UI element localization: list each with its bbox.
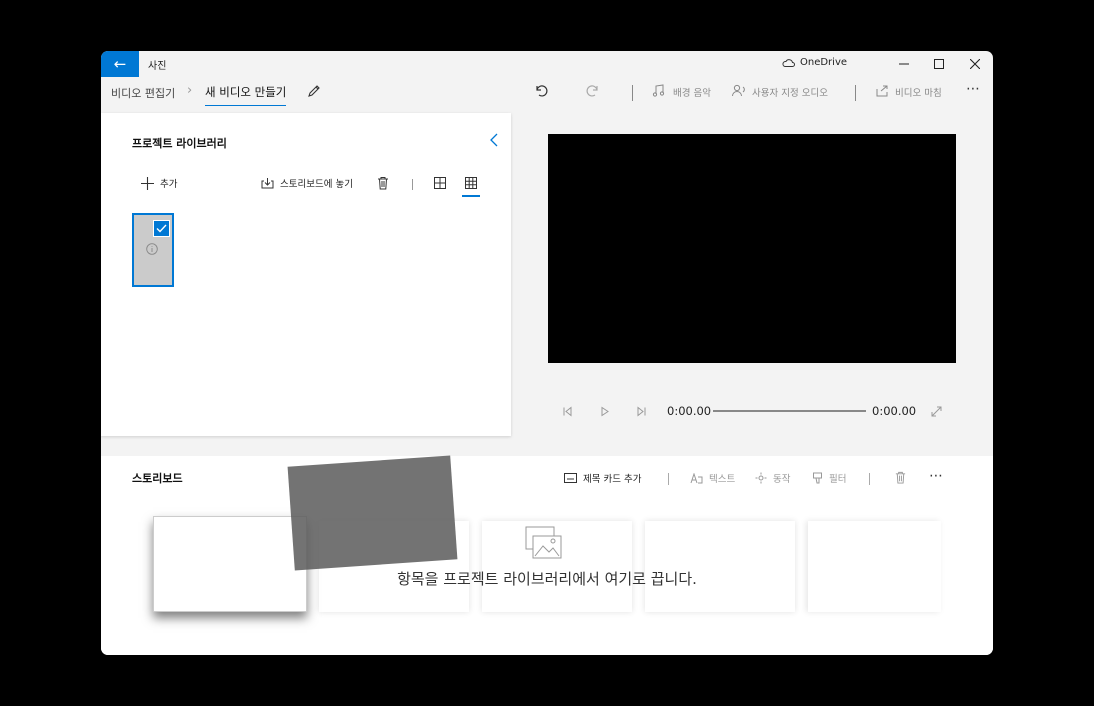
project-library-title: 프로젝트 라이브러리 <box>132 137 227 150</box>
trash-icon[interactable] <box>376 176 390 190</box>
close-button[interactable] <box>958 51 992 77</box>
total-time: 0:00.00 <box>872 404 917 418</box>
music-note-icon <box>652 84 665 97</box>
text-button[interactable]: 텍스트 <box>690 471 735 485</box>
undo-icon[interactable] <box>533 83 549 99</box>
motion-button[interactable]: 동작 <box>755 471 790 485</box>
storyboard-title: 스토리보드 <box>132 472 183 485</box>
storyboard-drop-message: 항목을 프로젝트 라이브러리에서 여기로 끕니다. <box>397 570 697 588</box>
custom-audio-button[interactable]: 사용자 지정 오디오 <box>752 85 828 99</box>
more-icon[interactable]: ⋯ <box>929 468 944 484</box>
close-icon <box>970 59 980 69</box>
seek-bar[interactable] <box>713 410 866 412</box>
title-card-icon <box>564 473 577 483</box>
video-preview[interactable] <box>548 134 956 363</box>
storyboard-panel: 스토리보드 제목 카드 추가 텍스트 동작 필터 ⋯ 항목을 프로젝트 라이브러… <box>101 455 993 655</box>
toolbar-divider <box>855 85 856 101</box>
cloud-icon <box>782 59 795 67</box>
onedrive-label: OneDrive <box>800 57 848 68</box>
storyboard-slot-first <box>153 516 307 612</box>
motion-icon <box>755 472 767 484</box>
more-icon[interactable]: ⋯ <box>966 81 981 97</box>
filter-icon <box>813 472 822 484</box>
project-library-panel: 프로젝트 라이브러리 추가 스토리보드에 놓기 <box>101 113 511 436</box>
previous-frame-icon[interactable] <box>562 406 573 417</box>
selected-checkbox[interactable] <box>153 220 170 237</box>
plus-icon <box>141 176 154 190</box>
library-item[interactable] <box>132 213 174 287</box>
editor-toolbar: 비디오 편집기 › 새 비디오 만들기 배경 음악 사용자 지정 오디오 비디오… <box>101 77 993 111</box>
add-title-card-button[interactable]: 제목 카드 추가 <box>564 471 641 485</box>
chevron-left-icon[interactable] <box>488 132 500 148</box>
minimize-button[interactable] <box>887 51 921 77</box>
info-icon <box>146 243 158 255</box>
toolbar-divider <box>632 85 633 101</box>
onedrive-button[interactable]: OneDrive <box>782 57 847 68</box>
filters-button[interactable]: 필터 <box>812 471 846 485</box>
photos-app-window: ← 사진 OneDrive 비디오 편집기 › 새 비디오 만들기 배경 음악 … <box>101 51 993 655</box>
toolbar-divider <box>869 473 870 485</box>
redo-icon[interactable] <box>585 83 601 99</box>
next-frame-icon[interactable] <box>636 406 647 417</box>
trash-icon[interactable] <box>894 471 907 484</box>
minimize-icon <box>899 63 909 65</box>
text-label: 텍스트 <box>709 474 736 485</box>
place-in-storyboard-icon <box>261 178 274 189</box>
add-title-card-label: 제목 카드 추가 <box>583 474 642 485</box>
small-grid-view-icon[interactable] <box>464 176 478 190</box>
active-view-indicator <box>462 195 480 197</box>
text-icon <box>690 472 703 483</box>
app-title: 사진 <box>148 61 167 72</box>
maximize-icon <box>934 59 944 69</box>
background-music-button[interactable]: 배경 음악 <box>673 85 711 99</box>
drag-ghost-item <box>287 455 458 571</box>
toolbar-divider <box>668 473 669 485</box>
add-button[interactable]: 추가 <box>141 176 177 190</box>
large-grid-view-icon[interactable] <box>433 176 447 190</box>
breadcrumb-video-editor[interactable]: 비디오 편집기 <box>111 85 175 101</box>
maximize-button[interactable] <box>922 51 956 77</box>
place-in-storyboard-button[interactable]: 스토리보드에 놓기 <box>261 176 353 190</box>
place-in-storyboard-label: 스토리보드에 놓기 <box>280 179 353 190</box>
person-audio-icon <box>732 84 745 97</box>
back-button[interactable]: ← <box>101 51 139 77</box>
checkmark-icon <box>156 224 167 233</box>
current-time: 0:00.00 <box>667 404 712 418</box>
title-bar: ← 사진 OneDrive <box>101 51 993 77</box>
pencil-icon[interactable] <box>307 84 321 98</box>
share-icon <box>876 85 888 97</box>
back-arrow-icon: ← <box>113 55 127 73</box>
toolbar-divider <box>412 179 413 190</box>
motion-label: 동작 <box>773 474 791 485</box>
storyboard-slot <box>808 521 941 612</box>
play-icon[interactable] <box>599 406 610 417</box>
chevron-right-icon: › <box>187 83 193 98</box>
add-label: 추가 <box>160 179 178 190</box>
fullscreen-icon[interactable] <box>931 406 942 417</box>
finish-video-button[interactable]: 비디오 마침 <box>895 85 942 99</box>
breadcrumb-current-project: 새 비디오 만들기 <box>205 84 287 106</box>
filters-label: 필터 <box>829 474 847 485</box>
storyboard-slot <box>645 521 795 612</box>
media-icon <box>525 526 562 559</box>
